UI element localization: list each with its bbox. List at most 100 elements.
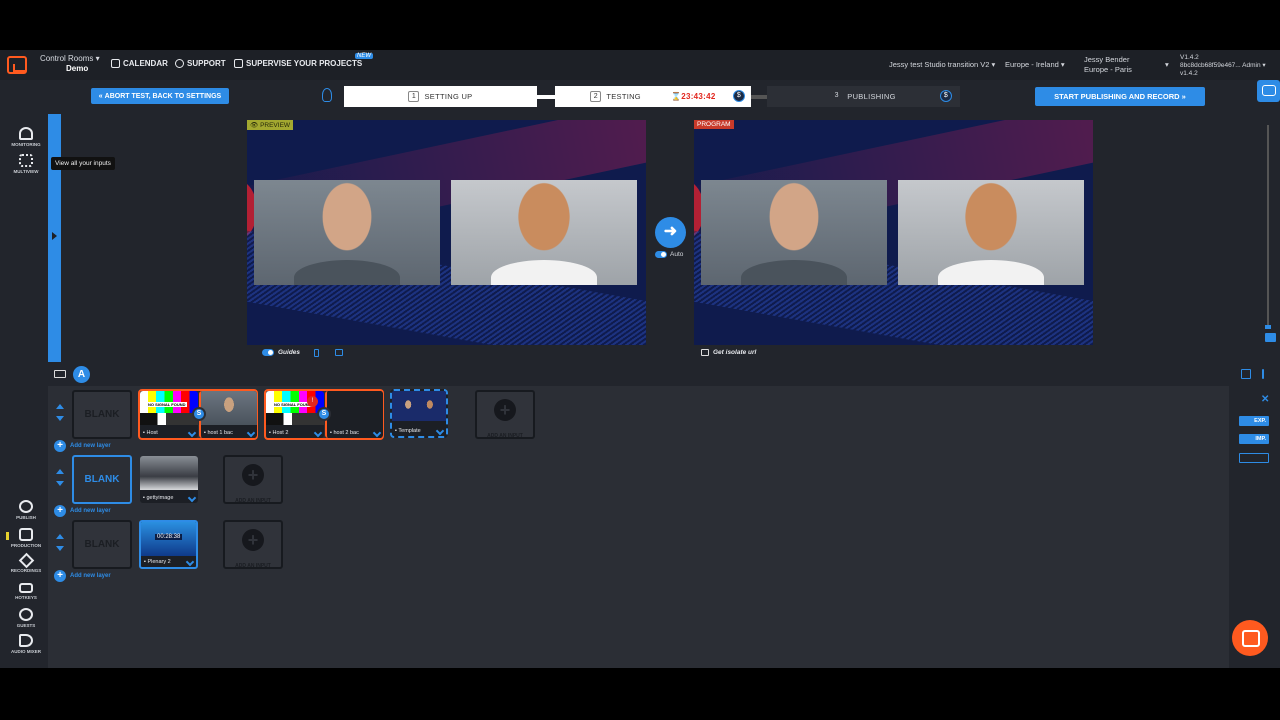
transition-button[interactable]: ➜	[655, 217, 686, 248]
sidebar-label-monitoring: MONITORING	[11, 142, 41, 147]
step-setting-up[interactable]: 1 SETTING UP	[344, 86, 537, 107]
guides-label: Guides	[278, 349, 301, 356]
sidebar-item-multiview[interactable]: MULTIVIEW	[8, 154, 44, 174]
camera-icon	[19, 528, 33, 541]
layer1-reorder[interactable]	[56, 404, 64, 421]
nav-supervise[interactable]: SUPERVISE YOUR PROJECTS	[234, 59, 362, 68]
brand-logo-icon[interactable]	[7, 56, 27, 74]
add-layer-button-3[interactable]: + Add new layer	[54, 570, 111, 582]
alert-badge[interactable]: !	[307, 396, 318, 407]
program-host-1-video	[701, 180, 887, 285]
card-template[interactable]: ▪ Template	[390, 389, 448, 438]
sidebar-item-recordings[interactable]: RECORDINGS	[8, 552, 44, 573]
step-publishing[interactable]: 3 PUBLISHING $	[767, 86, 960, 107]
layer2-blank[interactable]: BLANK	[72, 455, 132, 504]
nav-support[interactable]: SUPPORT	[175, 59, 226, 68]
project-selector[interactable]: Jessy test Studio transition V2 ▾	[889, 60, 995, 70]
dollar-icon[interactable]: $	[733, 90, 745, 102]
add-input-button-1[interactable]: + ADD AN INPUT	[475, 390, 535, 439]
version-info[interactable]: V1.4.2 8bc8dcb68f59e467... Admin ▾ v1.4.…	[1180, 54, 1266, 78]
abort-test-button[interactable]: « ABORT TEST, BACK TO SETTINGS	[91, 88, 229, 104]
edit-icon[interactable]	[246, 428, 256, 438]
card-host-label: ▪ Host	[143, 430, 158, 436]
user-role: Admin	[1242, 62, 1261, 69]
lightbulb-icon[interactable]	[322, 88, 332, 102]
card-gettyimage[interactable]: ▪ gettyimage	[140, 456, 198, 503]
guides-toggle[interactable]: Guides	[262, 349, 300, 356]
edit-icon[interactable]	[372, 428, 382, 438]
auto-toggle-switch[interactable]	[655, 251, 667, 258]
preview-monitor[interactable]: 👁 PREVIEW	[247, 120, 646, 345]
layer3-reorder[interactable]	[56, 534, 64, 551]
guides-toggle-switch[interactable]	[262, 349, 274, 356]
testing-timer-value: 23:43:42	[681, 92, 716, 101]
card-host2-text: Host 2	[272, 430, 289, 436]
edit-icon[interactable]	[435, 426, 445, 436]
support-chat-icon[interactable]	[1232, 620, 1268, 656]
support-icon	[175, 59, 184, 68]
speaker-icon	[19, 634, 33, 647]
user-menu[interactable]: Jessy Bender Europe - Paris	[1084, 55, 1132, 75]
card-host-text: Host	[146, 430, 158, 436]
step3-label: PUBLISHING	[847, 92, 896, 101]
workspace-name: Demo	[66, 64, 89, 73]
window-icon[interactable]	[1241, 369, 1251, 379]
card-gettyimage-text: gettyimage	[146, 495, 174, 501]
workspace-selector[interactable]: Control Rooms ▾ Demo	[40, 54, 100, 74]
export-button[interactable]: EXP.	[1239, 416, 1269, 426]
card-host1-bac[interactable]: ▪ host 1 bac	[199, 391, 257, 438]
sidebar-item-hotkeys[interactable]: HOTKEYS	[8, 583, 44, 600]
isolate-url-button[interactable]: Get isolate url	[701, 349, 756, 356]
nav-calendar[interactable]: CALENDAR	[111, 59, 168, 68]
dollar-icon-2[interactable]: $	[940, 90, 952, 102]
group-link-badge[interactable]: S	[192, 407, 206, 421]
add-layer-label: Add new layer	[70, 573, 111, 579]
plenary-time: 00:28:38	[155, 534, 183, 540]
edit-icon[interactable]	[185, 557, 195, 567]
scene-letter-badge[interactable]: A	[73, 366, 90, 383]
sidebar-item-guests[interactable]: GUESTS	[8, 608, 44, 628]
group-link-badge-2[interactable]: S	[317, 407, 331, 421]
collapse-panel-handle[interactable]	[48, 114, 61, 362]
step-testing[interactable]: 2 TESTING ⌛23:43:42 $	[555, 86, 751, 107]
volume-slider[interactable]	[1265, 125, 1271, 329]
sidebar-item-audio-mixer[interactable]: AUDIO MIXER	[8, 634, 44, 654]
keyboard-icon[interactable]	[54, 370, 66, 378]
start-publishing-button[interactable]: START PUBLISHING AND RECORD »	[1035, 87, 1205, 106]
resize-icon[interactable]	[1262, 369, 1264, 379]
mobile-view-icon[interactable]	[314, 349, 319, 357]
layer1-blank[interactable]: BLANK	[72, 390, 132, 439]
add-layer-button-2[interactable]: + Add new layer	[54, 505, 111, 517]
layer3-blank[interactable]: BLANK	[72, 520, 132, 569]
nav-support-label: SUPPORT	[187, 59, 226, 68]
user-menu-chevron[interactable]: ▾	[1165, 60, 1169, 70]
sidebar-label-production: PRODUCTION	[10, 543, 42, 548]
layer2-reorder[interactable]	[56, 469, 64, 486]
grid-icon	[19, 154, 33, 167]
step1-number: 1	[408, 91, 420, 102]
import-button[interactable]: IMP.	[1239, 434, 1269, 444]
chat-icon[interactable]	[1257, 80, 1280, 102]
volume-icon[interactable]	[1265, 333, 1276, 342]
edit-icon[interactable]	[187, 428, 197, 438]
sidebar-item-monitoring[interactable]: MONITORING	[8, 127, 44, 147]
close-icon[interactable]: ✕	[1261, 394, 1269, 405]
edit-icon[interactable]	[313, 428, 323, 438]
sidebar-item-publish[interactable]: PUBLISH	[8, 500, 44, 520]
edit-icon[interactable]	[187, 493, 197, 503]
region-selector[interactable]: Europe - Ireland ▾	[1005, 60, 1065, 70]
sidebar-item-production[interactable]: PRODUCTION	[8, 528, 44, 548]
add-layer-button-1[interactable]: + Add new layer	[54, 440, 111, 452]
card-host[interactable]: NO SIGNAL FOUND ▪ Host	[140, 391, 198, 438]
card-plenary[interactable]: 00:28:38 ▪ Plenary 2	[139, 520, 198, 569]
auto-toggle[interactable]: Auto	[655, 251, 683, 258]
add-input-button-2[interactable]: + ADD AN INPUT	[223, 455, 283, 504]
lock-button[interactable]	[1239, 453, 1269, 463]
card-host2-bac[interactable]: ▪ host 2 bac	[325, 391, 383, 438]
multiview-tooltip: View all your inputs	[51, 157, 115, 170]
card-host2-bac-text: host 2 bac	[333, 430, 359, 436]
no-signal-label: NO SIGNAL FOUND	[146, 402, 188, 407]
add-input-button-3[interactable]: + ADD AN INPUT	[223, 520, 283, 569]
layers-icon[interactable]	[335, 349, 343, 356]
program-monitor[interactable]: PROGRAM	[694, 120, 1093, 345]
